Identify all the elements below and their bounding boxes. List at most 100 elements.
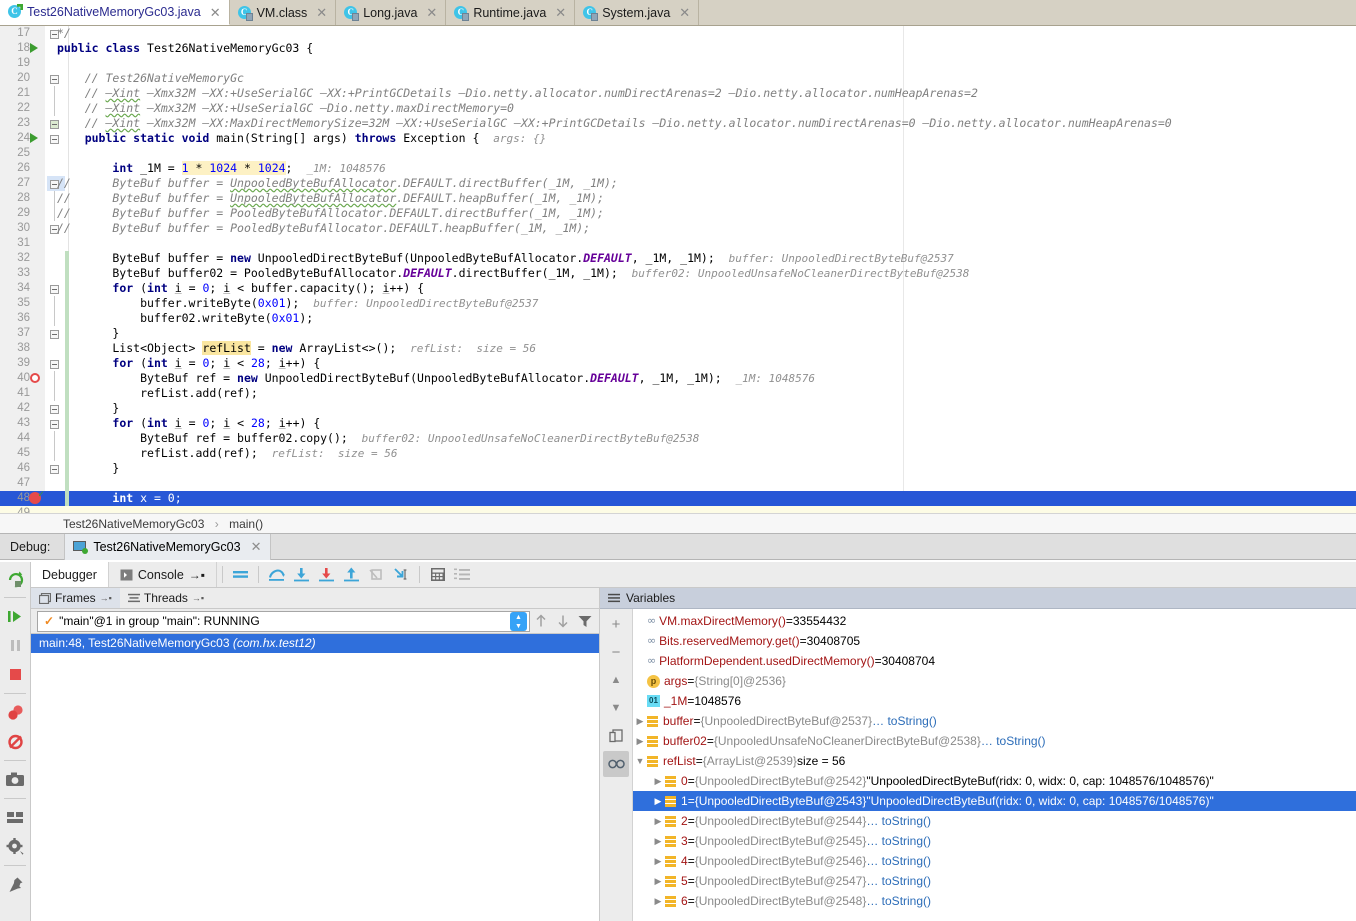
breadcrumb-class[interactable]: Test26NativeMemoryGc03	[63, 517, 204, 531]
variable-row[interactable]: ▶ 4 = {UnpooledDirectByteBuf@2546} … toSt…	[633, 851, 1356, 871]
variable-row[interactable]: ▶ 1 = {UnpooledDirectByteBuf@2543} "Unpoo…	[633, 791, 1356, 811]
resume-program-button[interactable]	[2, 603, 29, 630]
gutter-slot[interactable]	[28, 341, 46, 356]
tostring-link[interactable]: … toString()	[866, 871, 931, 891]
close-icon[interactable]: ✕	[425, 6, 438, 19]
gutter-slot[interactable]	[28, 356, 46, 371]
close-icon[interactable]: ✕	[209, 6, 222, 19]
variable-row[interactable]: ∞ VM.maxDirectMemory() = 33554432	[633, 611, 1356, 631]
debug-session-tab[interactable]: Test26NativeMemoryGc03 ✕	[64, 533, 271, 560]
frames-list[interactable]: main:48, Test26NativeMemoryGc03 (com.hx.…	[31, 634, 599, 921]
code-line[interactable]: 22 // –Xint –Xmx32M –XX:+UseSerialGC –Di…	[0, 101, 1356, 116]
code-line[interactable]: 38 List<Object> refList = new ArrayList<…	[0, 341, 1356, 356]
tostring-link[interactable]: … toString()	[866, 851, 931, 871]
gutter-slot[interactable]	[28, 71, 46, 86]
code-line[interactable]: 42 }	[0, 401, 1356, 416]
breadcrumb[interactable]: Test26NativeMemoryGc03 › main()	[0, 513, 1356, 534]
code-line[interactable]: 46 }	[0, 461, 1356, 476]
expand-arrow-icon[interactable]: ▶	[651, 791, 665, 811]
code-line[interactable]: 24 public static void main(String[] args…	[0, 131, 1356, 146]
arrow-down-icon[interactable]	[552, 611, 574, 632]
code-line[interactable]: 39 for (int i = 0; i < 28; i++) {	[0, 356, 1356, 371]
code-line[interactable]: 44 ByteBuf ref = buffer02.copy(); buffer…	[0, 431, 1356, 446]
variable-row[interactable]: 01 _1M = 1048576	[633, 691, 1356, 711]
subtab-frames[interactable]: Frames →▪	[31, 588, 120, 608]
close-icon[interactable]: ✕	[315, 6, 328, 19]
variable-row[interactable]: ▼ refList = {ArrayList@2539} size = 56	[633, 751, 1356, 771]
gutter-slot[interactable]	[28, 236, 46, 251]
move-watch-down-button[interactable]: ▼	[603, 695, 629, 721]
code-line[interactable]: 31	[0, 236, 1356, 251]
move-watch-up-button[interactable]: ▲	[603, 667, 629, 693]
variable-row[interactable]: ▶ 6 = {UnpooledDirectByteBuf@2548} … toSt…	[633, 891, 1356, 911]
step-out-icon[interactable]	[339, 562, 364, 587]
code-line[interactable]: 49	[0, 506, 1356, 513]
frame-row[interactable]: main:48, Test26NativeMemoryGc03 (com.hx.…	[31, 634, 599, 653]
step-into-icon[interactable]	[289, 562, 314, 587]
variable-row[interactable]: ▶ 3 = {UnpooledDirectByteBuf@2545} … toSt…	[633, 831, 1356, 851]
calculator-icon[interactable]	[425, 562, 450, 587]
editor-tab-1[interactable]: C VM.class ✕	[230, 0, 337, 25]
show-execution-point-button[interactable]	[228, 562, 253, 587]
gutter-slot[interactable]	[28, 206, 46, 221]
editor-tab-0[interactable]: C Test26NativeMemoryGc03.java ✕	[0, 0, 230, 25]
gutter-slot[interactable]	[28, 461, 46, 476]
gutter-slot[interactable]	[28, 281, 46, 296]
layout-button[interactable]	[2, 804, 29, 831]
expand-arrow-icon[interactable]: ▶	[651, 771, 665, 791]
variable-row[interactable]: ▶ 2 = {UnpooledDirectByteBuf@2544} … toSt…	[633, 811, 1356, 831]
gutter-slot[interactable]	[28, 266, 46, 281]
tab-debugger[interactable]: Debugger	[31, 562, 109, 587]
gutter-slot[interactable]	[28, 161, 46, 176]
close-icon[interactable]: ✕	[554, 6, 567, 19]
run-to-cursor-icon[interactable]	[389, 562, 414, 587]
variables-tree[interactable]: ∞ VM.maxDirectMemory() = 33554432 ∞ Bits.r…	[633, 609, 1356, 921]
code-line[interactable]: 40 ByteBuf ref = new UnpooledDirectByteB…	[0, 371, 1356, 386]
variable-row[interactable]: ▶ 0 = {UnpooledDirectByteBuf@2542} "Unpoo…	[633, 771, 1356, 791]
variable-row[interactable]: ∞ Bits.reservedMemory.get() = 30408705	[633, 631, 1356, 651]
code-line[interactable]: 27 // ByteBuf buffer = UnpooledByteBufAll…	[0, 176, 1356, 191]
copy-icon[interactable]	[603, 723, 629, 749]
step-over-icon[interactable]	[264, 562, 289, 587]
fold-marker[interactable]	[47, 146, 65, 161]
gutter-slot[interactable]	[28, 56, 46, 71]
gutter-slot[interactable]	[28, 296, 46, 311]
gutter-slot[interactable]	[28, 386, 46, 401]
breakpoint-disabled-icon[interactable]	[28, 371, 46, 386]
force-step-into-icon[interactable]	[314, 562, 339, 587]
gear-icon[interactable]	[2, 833, 29, 860]
tostring-link[interactable]: … toString()	[866, 891, 931, 911]
subtab-threads[interactable]: Threads →▪	[120, 588, 212, 608]
code-line[interactable]: 23 // –Xint –Xmx32M –XX:MaxDirectMemoryS…	[0, 116, 1356, 131]
gutter-slot[interactable]	[28, 311, 46, 326]
run-gutter-icon[interactable]	[28, 131, 46, 146]
gutter-slot[interactable]	[28, 446, 46, 461]
variable-row[interactable]: ▶ buffer02 = {UnpooledUnsafeNoCleanerDire…	[633, 731, 1356, 751]
expand-arrow-icon[interactable]: ▶	[651, 871, 665, 891]
code-line[interactable]: 20 // Test26NativeMemoryGc	[0, 71, 1356, 86]
gutter-slot[interactable]	[28, 221, 46, 236]
gutter-slot[interactable]	[28, 191, 46, 206]
add-watch-button[interactable]: +	[603, 611, 629, 637]
code-line[interactable]: 45 refList.add(ref); refList: size = 56	[0, 446, 1356, 461]
breakpoint-icon[interactable]	[28, 487, 46, 506]
remove-watch-button[interactable]: −	[603, 639, 629, 665]
code-line[interactable]: 26 int _1M = 1 * 1024 * 1024; _1M: 10485…	[0, 161, 1356, 176]
expand-arrow-icon[interactable]: ▶	[651, 811, 665, 831]
pin-icon[interactable]	[2, 871, 29, 898]
expand-arrow-icon[interactable]: ▶	[633, 711, 647, 731]
variable-row[interactable]: ▶ buffer = {UnpooledDirectByteBuf@2537} ……	[633, 711, 1356, 731]
code-line[interactable]: 34 for (int i = 0; i < buffer.capacity()…	[0, 281, 1356, 296]
code-line[interactable]: 25	[0, 146, 1356, 161]
filter-icon[interactable]	[574, 611, 596, 632]
variable-row[interactable]: ▶ 5 = {UnpooledDirectByteBuf@2547} … toSt…	[633, 871, 1356, 891]
code-line[interactable]: 35 buffer.writeByte(0x01); buffer: Unpoo…	[0, 296, 1356, 311]
breadcrumb-method[interactable]: main()	[229, 517, 263, 531]
gutter-slot[interactable]	[28, 251, 46, 266]
editor-tab-4[interactable]: C System.java ✕	[575, 0, 700, 25]
run-gutter-icon[interactable]	[28, 41, 46, 56]
chevron-updown-icon[interactable]: ▲ ▼	[510, 611, 527, 631]
code-line[interactable]: 33 ByteBuf buffer02 = PooledByteBufAlloc…	[0, 266, 1356, 281]
subtab-frames-pin[interactable]: →▪	[100, 593, 112, 603]
thread-selector[interactable]: ✓ "main"@1 in group "main": RUNNING ▲ ▼	[37, 610, 530, 632]
